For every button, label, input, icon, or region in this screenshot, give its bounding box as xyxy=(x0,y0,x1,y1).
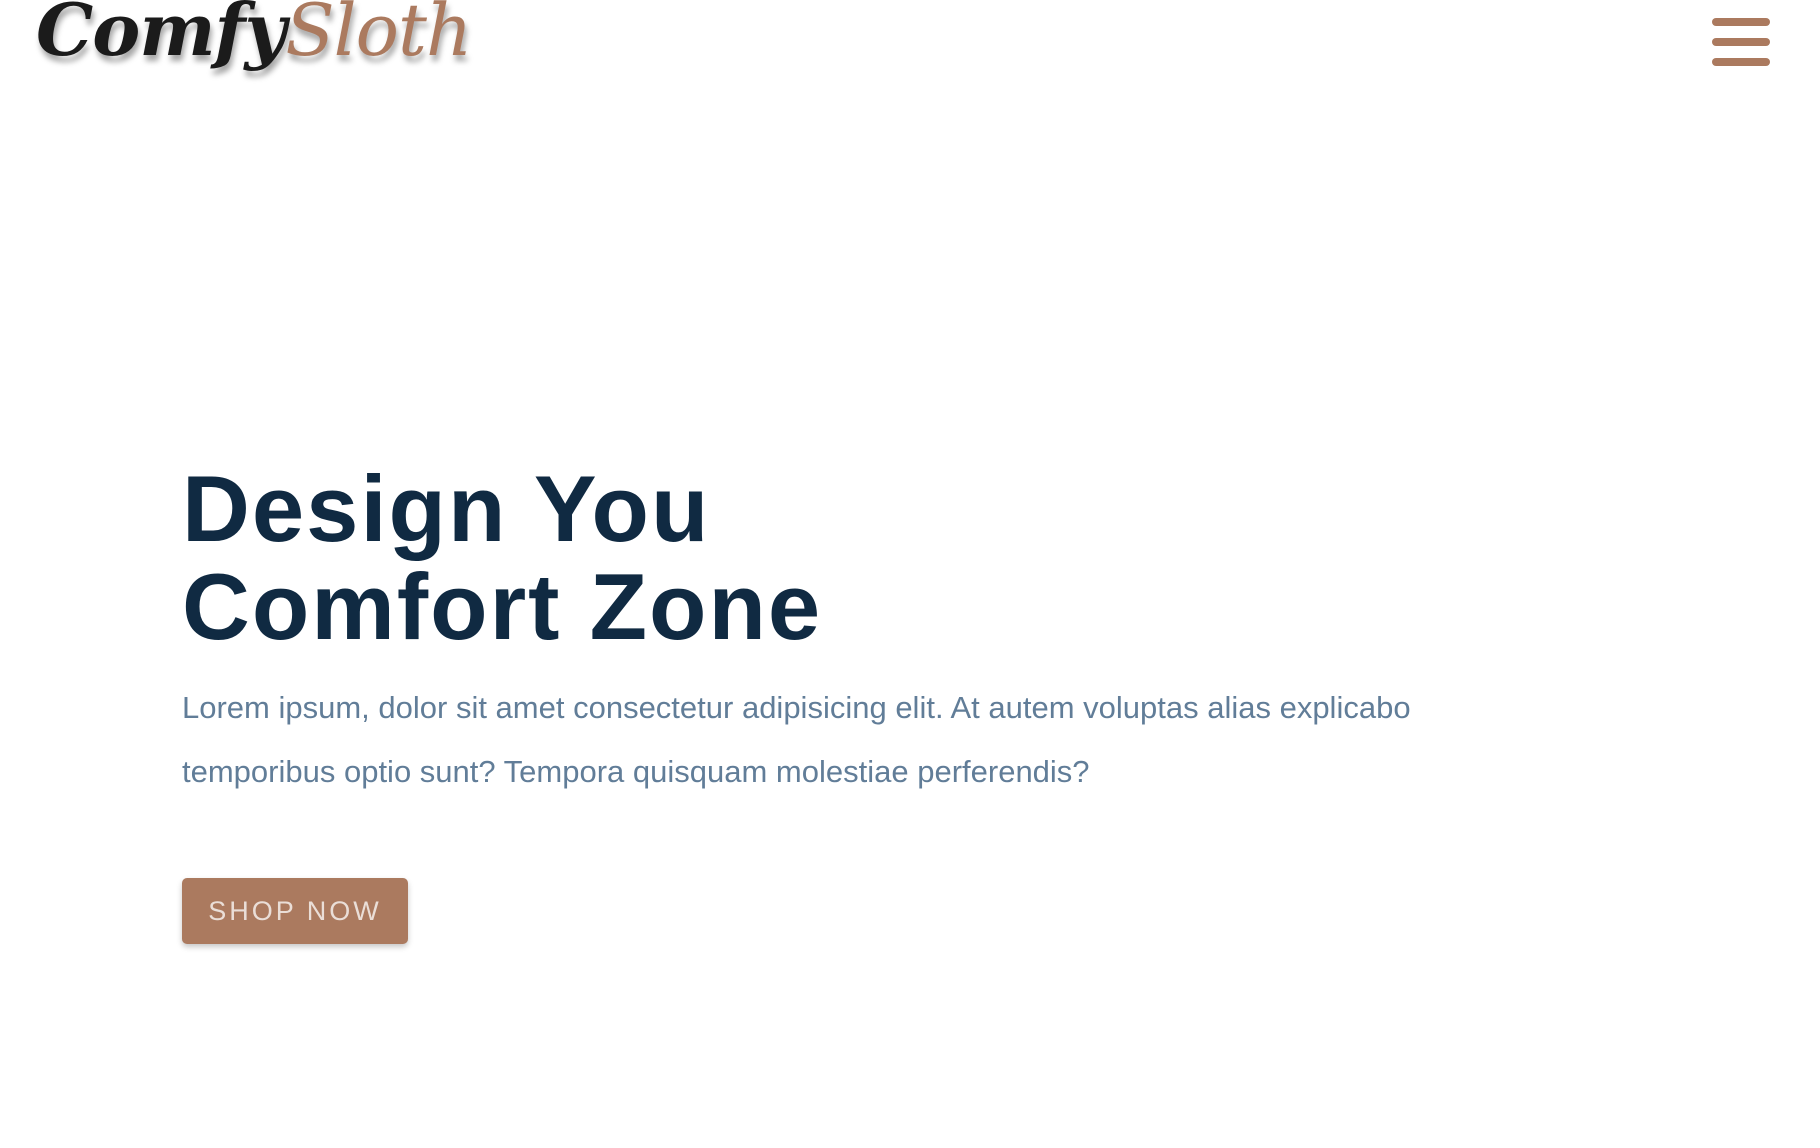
menu-bar-middle xyxy=(1712,38,1770,46)
menu-bar-top xyxy=(1712,18,1770,26)
logo-text-comfy: Comfy xyxy=(36,0,286,72)
shop-now-button[interactable]: Shop Now xyxy=(182,878,408,944)
hero-description: Lorem ipsum, dolor sit amet consectetur … xyxy=(182,690,1411,789)
logo-text-sloth: Sloth xyxy=(285,0,472,72)
navbar: ComfySloth xyxy=(0,0,1820,110)
hero-title-line-2: Comfort Zone xyxy=(182,554,823,659)
hero-title: Design You Comfort Zone xyxy=(182,460,1632,656)
hero-title-line-1: Design You xyxy=(182,456,711,561)
logo[interactable]: ComfySloth xyxy=(36,0,472,66)
hero-section: Design You Comfort Zone Lorem ipsum, dol… xyxy=(182,460,1632,944)
menu-bar-bottom xyxy=(1712,58,1770,66)
menu-toggle-button[interactable] xyxy=(1712,16,1774,72)
